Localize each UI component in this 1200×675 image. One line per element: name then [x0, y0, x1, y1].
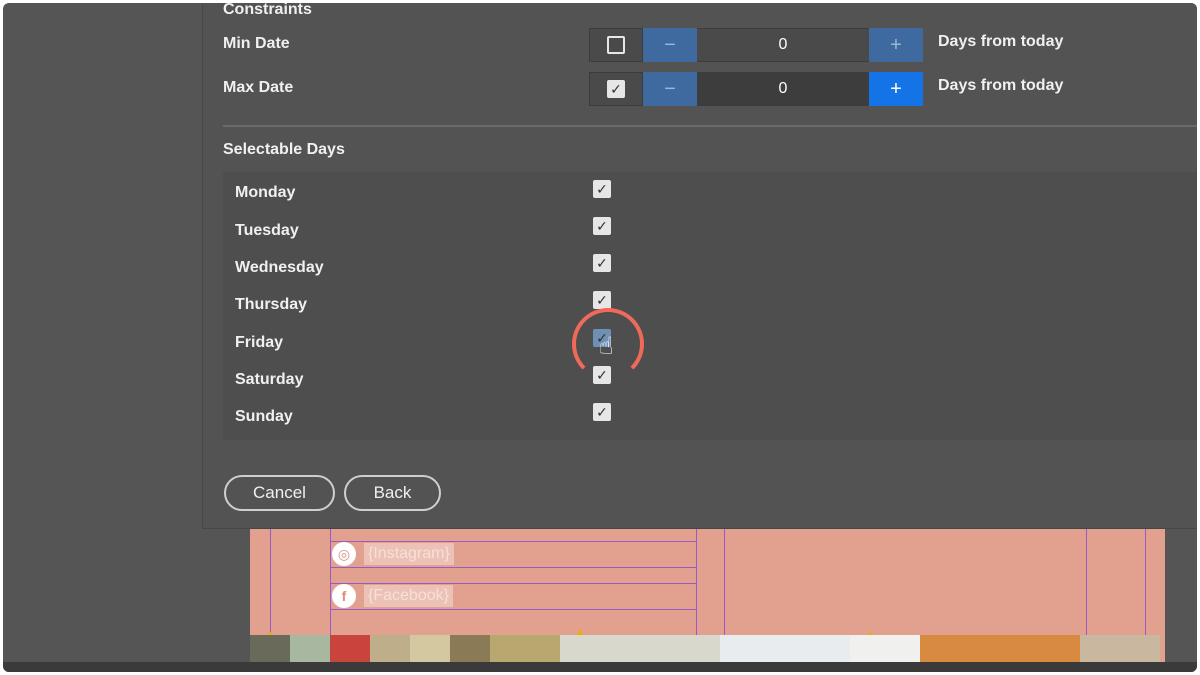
check-icon: ✓ [596, 217, 608, 234]
guide-line [330, 609, 696, 610]
day-checkbox-wednesday[interactable]: ✓ [593, 254, 611, 272]
check-icon: ✓ [596, 291, 608, 308]
section-divider [223, 125, 1197, 127]
max-date-decrement-button[interactable]: − [643, 72, 697, 106]
day-label-tuesday: Tuesday [235, 222, 299, 239]
date-field-settings-dialog: Constraints Min Date − 0 + Days from tod… [202, 3, 1197, 529]
min-date-checkbox-cell [589, 28, 643, 62]
day-label-friday: Friday [235, 334, 284, 351]
min-date-checkbox[interactable] [607, 36, 625, 54]
min-date-label: Min Date [223, 35, 290, 52]
guide-line [330, 567, 696, 568]
day-label-sunday: Sunday [235, 408, 293, 425]
constraints-heading: Constraints [223, 3, 312, 18]
back-button[interactable]: Back [344, 475, 441, 511]
min-date-value-field[interactable]: 0 [697, 28, 869, 62]
max-date-control: ✓ − 0 + [589, 72, 923, 106]
day-label-wednesday: Wednesday [235, 259, 324, 276]
selectable-days-list: Monday ✓ Tuesday ✓ Wednesday ✓ Thursday … [223, 172, 1197, 440]
instagram-field[interactable]: {Instagram} [364, 543, 454, 565]
status-bar [3, 662, 1197, 672]
instagram-row: ◎ {Instagram} [332, 542, 454, 566]
day-checkbox-thursday[interactable]: ✓ [593, 291, 611, 309]
max-date-checkbox[interactable]: ✓ [607, 80, 625, 98]
check-icon: ✓ [596, 254, 608, 271]
day-checkbox-sunday[interactable]: ✓ [593, 403, 611, 421]
check-icon: ✓ [610, 80, 622, 97]
document-canvas: ◎ {Instagram} f {Facebook} ▲ ▲ ▲ [250, 523, 1165, 672]
min-date-control: − 0 + [589, 28, 923, 62]
check-icon: ✓ [596, 180, 608, 197]
max-date-suffix: Days from today [938, 77, 1064, 94]
max-date-checkbox-cell: ✓ [589, 72, 643, 106]
instagram-icon: ◎ [332, 542, 356, 566]
check-icon: ✓ [596, 403, 608, 420]
cancel-button[interactable]: Cancel [224, 475, 335, 511]
app-window: ◎ {Instagram} f {Facebook} ▲ ▲ ▲ Constra… [3, 3, 1197, 672]
day-label-monday: Monday [235, 184, 296, 201]
facebook-icon: f [332, 584, 356, 608]
min-date-decrement-button[interactable]: − [643, 28, 697, 62]
min-date-suffix: Days from today [938, 33, 1064, 50]
min-date-increment-button[interactable]: + [869, 28, 923, 62]
hand-cursor-icon: ☝ [599, 333, 614, 360]
day-checkbox-tuesday[interactable]: ✓ [593, 217, 611, 235]
day-checkbox-monday[interactable]: ✓ [593, 180, 611, 198]
facebook-row: f {Facebook} [332, 584, 453, 608]
facebook-field[interactable]: {Facebook} [364, 585, 453, 607]
day-label-thursday: Thursday [235, 296, 308, 313]
max-date-value-field[interactable]: 0 [697, 72, 869, 106]
day-label-saturday: Saturday [235, 371, 304, 388]
selectable-days-heading: Selectable Days [223, 141, 345, 158]
max-date-increment-button[interactable]: + [869, 72, 923, 106]
max-date-label: Max Date [223, 79, 294, 96]
